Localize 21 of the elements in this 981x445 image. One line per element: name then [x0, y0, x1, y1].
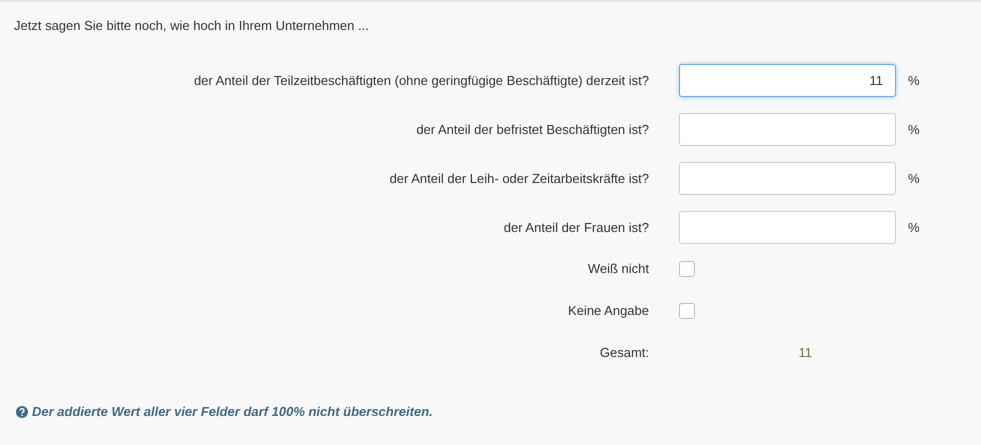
option-label: Weiß nicht [588, 260, 649, 278]
total-value: 11 [798, 344, 812, 362]
percent-input[interactable]: 11 [679, 64, 896, 97]
unit-label: % [908, 170, 920, 188]
unit-label: % [908, 120, 920, 139]
intro-text: Jetzt sagen Sie bitte noch, wie hoch in Ihrem Unternehmen ... [14, 18, 369, 33]
checkbox[interactable] [679, 261, 695, 277]
field-label: der Anteil der befristet Beschäftigten ist? [416, 120, 649, 139]
checkbox[interactable] [679, 303, 695, 319]
unit-label: % [908, 72, 920, 90]
percent-input[interactable] [679, 113, 896, 146]
unit-label: % [908, 218, 920, 237]
field-label: der Anteil der Teilzeitbeschäftigten (ohne geringfügige Beschäftigte) derzeit ist? [194, 72, 649, 90]
field-label: der Anteil der Frauen ist? [504, 218, 649, 237]
help-icon [16, 406, 28, 418]
option-label: Keine Angabe [568, 302, 649, 320]
hint-text: Der addierte Wert aller vier Felder darf 100% nicht überschreiten. [32, 403, 433, 421]
percent-input[interactable] [679, 211, 896, 244]
total-label: Gesamt: [600, 344, 649, 362]
field-label: der Anteil der Leih- oder Zeitarbeitskräfte ist? [390, 170, 649, 188]
percent-input[interactable] [679, 162, 896, 195]
